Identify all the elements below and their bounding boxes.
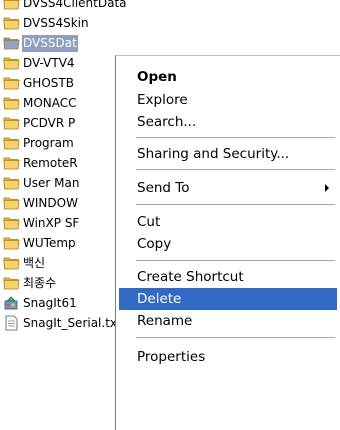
menu-separator [136,337,335,338]
file-item[interactable]: DVSS4ClientData [0,0,128,13]
menu-separator [136,204,335,205]
menu-item-create-shortcut[interactable]: Create Shortcut [119,266,337,288]
menu-separator [136,260,335,261]
file-item-label: WUTemp [23,235,76,250]
file-item[interactable]: 백신 [0,253,46,273]
file-item-label: RemoteR [23,155,78,170]
file-item-label: DVSS4Skin [23,15,89,30]
menu-item-explore[interactable]: Explore [119,89,337,111]
folder-icon [3,0,20,10]
folder-icon [3,56,20,70]
folder-icon [3,36,20,50]
file-item[interactable]: WinXP SF [0,213,80,233]
file-item[interactable]: 최종수 [0,273,57,293]
menu-separator [136,137,335,138]
file-item-label: SnagIt61 [23,295,77,310]
folder-icon [3,276,20,290]
file-item[interactable]: DVSS4Skin [0,13,90,33]
file-item-label: WINDOW [23,195,78,210]
folder-icon [3,16,20,30]
menu-item-sharing-and-security[interactable]: Sharing and Security... [119,143,337,165]
file-item[interactable]: PCDVR P [0,113,76,133]
file-item-label: DV-VTV4 [23,55,75,70]
file-item[interactable]: SnagIt61 [0,293,78,313]
file-item-label: WinXP SF [23,215,80,230]
file-item[interactable]: User Man [0,173,80,193]
file-item-label: GHOSTB [23,75,74,90]
folder-icon [3,236,20,250]
file-item-label: 최종수 [23,275,57,290]
menu-item-search[interactable]: Search... [119,111,337,133]
file-item-label: DVSSDat [22,34,78,52]
menu-item-copy[interactable]: Copy [119,233,337,255]
menu-item-delete[interactable]: Delete [119,288,337,310]
context-menu: Open Explore Search... Sharing and Secur… [115,55,340,430]
file-item-label: SnagIt_Serial.txt [23,315,122,330]
folder-icon [3,136,20,150]
menu-item-send-to[interactable]: Send To [119,177,337,199]
file-item-label: Program [23,135,74,150]
file-item-label: PCDVR P [23,115,76,130]
folder-icon [3,116,20,130]
folder-icon [3,256,20,270]
file-item[interactable]: MONACC [0,93,78,113]
submenu-arrow-icon [325,184,329,192]
folder-icon [3,156,20,170]
installer-icon [3,296,20,310]
menu-item-properties[interactable]: Properties [119,346,337,368]
file-item-label: MONACC [23,95,77,110]
menu-item-rename[interactable]: Rename [119,310,337,332]
text-file-icon [3,315,20,331]
menu-item-open[interactable]: Open [119,66,337,88]
folder-icon [3,176,20,190]
folder-icon [3,196,20,210]
file-item[interactable]: GHOSTB [0,73,75,93]
folder-icon [3,76,20,90]
file-item-label: DVSS4ClientData [23,0,127,10]
file-item-label: User Man [23,175,80,190]
file-item[interactable]: WINDOW [0,193,79,213]
folder-icon [3,96,20,110]
file-item[interactable]: Program [0,133,75,153]
file-item[interactable]: WUTemp [0,233,77,253]
file-item[interactable]: DV-VTV4 [0,53,76,73]
file-item[interactable]: RemoteR [0,153,79,173]
folder-icon [3,216,20,230]
menu-item-cut[interactable]: Cut [119,211,337,233]
menu-item-send-to-label: Send To [137,180,190,196]
file-item[interactable]: SnagIt_Serial.txt [0,313,123,333]
menu-separator [136,169,335,170]
file-item-label: 백신 [23,255,46,270]
file-item[interactable]: DVSSDat [0,33,78,53]
